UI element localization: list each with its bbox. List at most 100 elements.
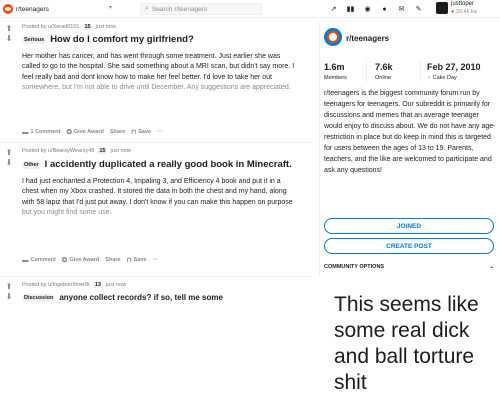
upvote-icon[interactable]: ⬆ [6, 282, 13, 292]
stat-value: Feb 27, 2010 [427, 62, 481, 72]
more-options-button[interactable]: ··· [153, 257, 159, 263]
comment-button[interactable]: ▬ 1 Comment [22, 129, 60, 136]
post-title-text: anyone collect records? if so, tell me s… [59, 293, 223, 302]
post-body-line: chest when my Xbox crashed. It stored th… [22, 188, 287, 196]
stat-cake-day: Feb 27, 2010 ♁ Cake Day [427, 62, 481, 81]
joined-button[interactable]: JOINED [324, 218, 494, 234]
post-time: just now [110, 148, 131, 154]
more-options-button[interactable]: ··· [157, 129, 163, 135]
comment-button[interactable]: ▬ Comment [22, 257, 56, 264]
post-body-line: but you might find some use. [22, 208, 112, 216]
post-body-line: with 58 lapiz that I'd just put away. I … [22, 198, 293, 206]
post-title[interactable]: Other I accidently duplicated a really g… [22, 159, 292, 170]
chevron-down-icon: ⌄ [489, 264, 494, 270]
bookmark-icon: ⊓ [126, 257, 132, 264]
community-options-label: COMMUNITY OPTIONS [324, 264, 385, 270]
stat-label: Online [375, 75, 391, 81]
edit-icon[interactable]: ✎ [413, 4, 424, 15]
post-author[interactable]: Posted by u/BearsyWearsy48 [22, 148, 94, 154]
post-body: I had just enchanted a Protection 4, Imp… [22, 177, 322, 218]
community-dropdown-label: r/teenagers [16, 5, 49, 13]
save-button[interactable]: ⊓ Save [131, 128, 151, 136]
post-time: just now [95, 24, 116, 30]
post-title[interactable]: Discussion anyone collect records? if so… [22, 293, 223, 302]
post-meta: Posted by u/Xerad0101 15 just now [22, 24, 116, 30]
header-icon-group: ↗ ▮▮ ◉ ● ✉ ✎ [328, 3, 424, 15]
divider [0, 142, 312, 143]
community-avatar [324, 28, 342, 46]
share-button[interactable]: Share [110, 129, 125, 135]
create-post-button[interactable]: CREATE POST [324, 238, 494, 254]
downvote-icon[interactable]: ⬇ [6, 158, 13, 168]
top-nav-bar: r/teenagers ▾ ⌕ Search r/teenagers ↗ ▮▮ … [0, 0, 500, 18]
community-sidebar: r/teenagers 1.6m Members 7.6k Online Feb… [319, 22, 497, 276]
save-button[interactable]: ⊓ Save [127, 256, 147, 264]
post-author[interactable]: Posted by u/Ingebior9mer8r [22, 282, 90, 288]
trending-icon[interactable]: ↗ [328, 4, 339, 15]
avatar [436, 2, 448, 14]
post-body: Her mother has cancer, and has went thro… [22, 52, 322, 93]
post-body-line: Her mother has cancer, and has went thro… [22, 53, 281, 60]
award-icon: ✪ [66, 129, 72, 136]
post-card[interactable]: ⬆ ⬇ Posted by u/BearsyWearsy48 15 just n… [0, 146, 312, 274]
search-placeholder: Search r/teenagers [151, 5, 208, 13]
comment-icon: ▬ [22, 256, 29, 264]
stat-value: 7.6k [375, 62, 393, 72]
post-meta: Posted by u/Ingebior9mer8r 13 just now [22, 282, 126, 288]
post-title[interactable]: Serious How do I comfort my girlfriend? [22, 34, 194, 45]
post-card[interactable]: ⬆ ⬇ Posted by u/Xerad0101 15 just now Se… [0, 22, 312, 140]
downvote-icon[interactable]: ⬇ [6, 292, 13, 302]
post-body-line: feel really bad and dont know how to mak… [22, 73, 272, 81]
give-award-button[interactable]: ✪ Give Award [66, 128, 103, 136]
comment-icon: ▬ [22, 128, 29, 136]
vote-column: ⬆ ⬇ [0, 282, 18, 302]
community-options-toggle[interactable]: COMMUNITY OPTIONS ⌄ [324, 262, 494, 272]
share-button[interactable]: Share [105, 257, 120, 263]
user-menu[interactable]: justtoper ● 33.4k ka [436, 0, 500, 18]
upvote-icon[interactable]: ⬆ [6, 24, 13, 34]
post-actions: ▬ 1 Comment ✪ Give Award Share ⊓ Save ··· [22, 128, 163, 137]
reddit-logo-icon[interactable] [3, 3, 13, 14]
community-dropdown[interactable]: r/teenagers ▾ [16, 3, 112, 15]
upvote-icon[interactable]: ⬆ [6, 148, 13, 158]
stat-label: Members [324, 75, 347, 81]
award-icon: ✪ [61, 257, 68, 264]
username: justtoper [451, 1, 475, 7]
chat-icon[interactable]: ● [379, 4, 390, 15]
post-actions: ▬ Comment ✪ Give Award Share ⊓ Save ··· [22, 256, 159, 265]
age-badge: 13 [92, 282, 103, 288]
mail-icon[interactable]: ✉ [396, 4, 407, 15]
post-flair[interactable]: Serious [22, 35, 47, 44]
bookmark-icon: ⊓ [131, 129, 137, 136]
stat-value: 1.6m [324, 62, 345, 72]
divider [0, 276, 312, 277]
downvote-icon[interactable]: ⬇ [6, 34, 13, 44]
divider [420, 60, 421, 82]
post-body-line: I had just enchanted a Protection 4, Imp… [22, 178, 281, 185]
community-name[interactable]: r/teenagers [346, 34, 389, 43]
search-input[interactable]: ⌕ Search r/teenagers [140, 3, 262, 15]
vote-column: ⬆ ⬇ [0, 24, 18, 44]
post-meta: Posted by u/BearsyWearsy48 15 just now [22, 148, 131, 154]
post-card[interactable]: ⬆ ⬇ Posted by u/Ingebior9mer8r 13 just n… [0, 280, 312, 310]
post-author[interactable]: Posted by u/Xerad0101 [22, 24, 80, 30]
screenshot: r/teenagers ▾ ⌕ Search r/teenagers ↗ ▮▮ … [0, 0, 500, 411]
post-body-line: somewhere, but I'm not able to drive unt… [22, 83, 291, 91]
community-description: r/teenagers is the biggest community for… [324, 90, 496, 174]
cake-icon: ♁ [427, 75, 432, 81]
karma-count: ● 33.4k ka [451, 9, 477, 15]
divider [366, 60, 367, 82]
stats-icon[interactable]: ▮▮ [345, 4, 356, 15]
coins-icon[interactable]: ◉ [362, 4, 373, 15]
stat-members: 1.6m Members [324, 62, 347, 81]
post-flair[interactable]: Other [22, 160, 41, 169]
age-badge: 15 [97, 148, 108, 154]
search-icon: ⌕ [145, 5, 149, 12]
meme-caption: This seems like some real dick and ball … [334, 293, 479, 394]
post-title-text: I accidently duplicated a really good bo… [44, 159, 292, 170]
give-award-button[interactable]: ✪ Give Award [62, 256, 99, 264]
stat-online: 7.6k Online [375, 62, 393, 81]
post-title-text: How do I comfort my girlfriend? [50, 34, 194, 45]
post-flair[interactable]: Discussion [22, 293, 56, 302]
vote-column: ⬆ ⬇ [0, 148, 18, 168]
